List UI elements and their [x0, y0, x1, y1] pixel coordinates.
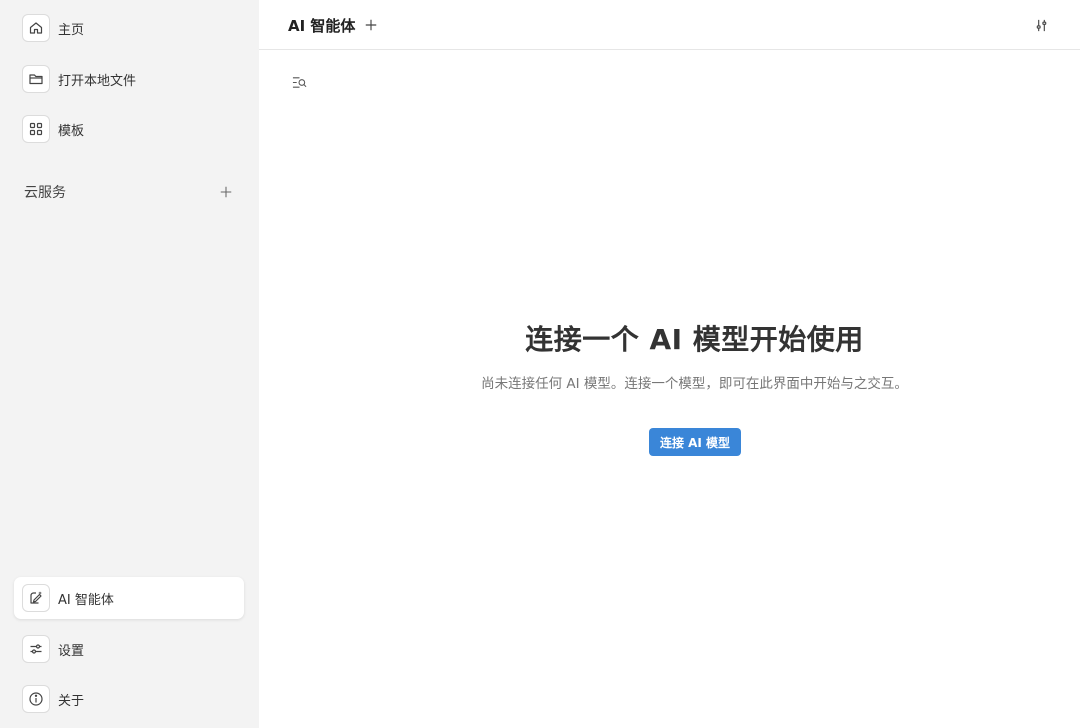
nav-item-label: 关于 — [58, 693, 85, 709]
info-icon — [22, 685, 50, 713]
main-panel: AI 智能体 连接一个 AI 模型开始使用 尚未连接任何 AI 模型。连接一个模… — [259, 0, 1080, 728]
nav-item-label: AI 智能体 — [58, 592, 114, 608]
sidebar: 主页 打开本地文件 模板 云服务 AI 智能体 设置 关于 — [0, 0, 259, 728]
nav-item-templates[interactable]: 模板 — [14, 108, 244, 150]
home-icon — [22, 14, 50, 42]
ai-agent-icon — [22, 584, 50, 612]
search-list-icon[interactable] — [289, 73, 309, 91]
sliders-vertical-icon[interactable] — [1032, 16, 1050, 34]
nav-item-label: 模板 — [58, 123, 85, 139]
cloud-services-section: 云服务 — [24, 180, 234, 204]
plus-icon[interactable] — [218, 184, 234, 200]
grid-icon — [22, 115, 50, 143]
connect-ai-model-button[interactable]: 连接 AI 模型 — [649, 428, 741, 456]
empty-state: 连接一个 AI 模型开始使用 尚未连接任何 AI 模型。连接一个模型，即可在此界… — [259, 318, 1080, 392]
nav-item-label: 主页 — [58, 22, 85, 38]
section-title: 云服务 — [24, 185, 66, 201]
nav-item-label: 打开本地文件 — [58, 73, 137, 89]
nav-item-settings[interactable]: 设置 — [14, 628, 244, 670]
nav-item-ai-agent[interactable]: AI 智能体 — [14, 577, 244, 619]
nav-item-open-local-file[interactable]: 打开本地文件 — [14, 58, 244, 100]
nav-item-label: 设置 — [58, 643, 85, 659]
empty-state-title: 连接一个 AI 模型开始使用 — [525, 323, 864, 356]
nav-item-home[interactable]: 主页 — [14, 7, 244, 49]
sliders-icon — [22, 635, 50, 663]
folder-icon — [22, 65, 50, 93]
plus-icon[interactable] — [362, 16, 380, 34]
tab-title[interactable]: AI 智能体 — [288, 15, 355, 36]
nav-item-about[interactable]: 关于 — [14, 678, 244, 720]
empty-state-description: 尚未连接任何 AI 模型。连接一个模型，即可在此界面中开始与之交互。 — [481, 376, 908, 392]
top-bar: AI 智能体 — [259, 0, 1080, 50]
